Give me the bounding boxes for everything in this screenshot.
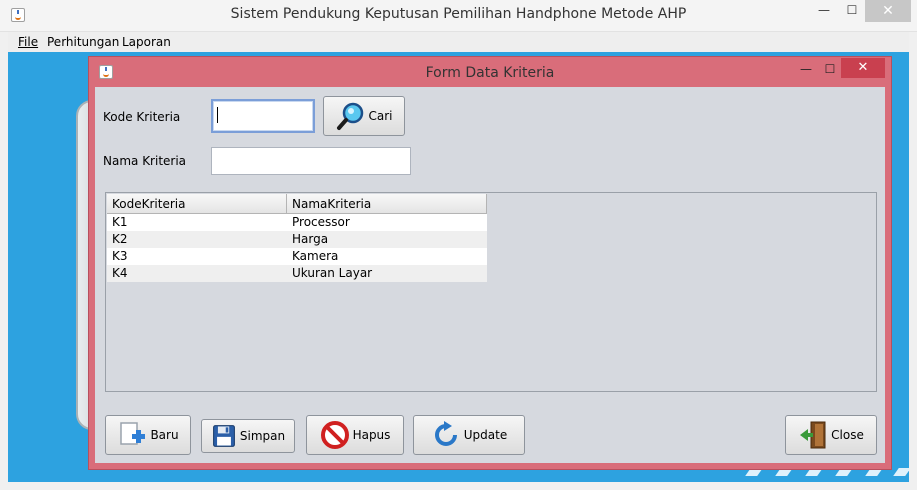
table-row[interactable]: K2 Harga — [107, 231, 487, 248]
menu-file[interactable]: File — [18, 35, 38, 49]
close-form-button[interactable]: Close — [785, 415, 877, 455]
cell-nama: Kamera — [292, 249, 339, 263]
floppy-disk-icon — [212, 425, 235, 447]
kriteria-table[interactable]: KodeKriteria NamaKriteria K1 Processor K… — [107, 194, 487, 282]
kode-kriteria-input[interactable] — [211, 99, 315, 133]
column-header-namakriteria[interactable]: NamaKriteria — [287, 194, 487, 213]
hapus-button-label: Hapus — [352, 428, 391, 442]
update-button-label: Update — [463, 428, 508, 442]
nama-kriteria-input[interactable] — [211, 147, 411, 175]
close-window-button[interactable]: ✕ — [865, 0, 911, 22]
exit-door-icon — [800, 421, 826, 449]
cell-nama: Harga — [292, 232, 329, 246]
form-close-button[interactable]: ✕ — [841, 58, 885, 78]
cari-button-label: Cari — [368, 109, 393, 123]
cell-kode: K1 — [112, 215, 128, 229]
close-form-button-label: Close — [831, 428, 864, 442]
minimize-button[interactable]: — — [810, 0, 838, 22]
baru-button[interactable]: Baru — [105, 415, 191, 455]
form-data-kriteria-window: Form Data Kriteria — ☐ ✕ Kode Kriteria C… — [88, 56, 892, 470]
column-header-kodekriteria[interactable]: KodeKriteria — [107, 194, 287, 213]
table-header: KodeKriteria NamaKriteria — [107, 194, 487, 214]
magnifier-icon — [336, 102, 363, 130]
cell-kode: K2 — [112, 232, 128, 246]
update-button[interactable]: Update — [413, 415, 525, 455]
form-title: Form Data Kriteria — [425, 65, 555, 81]
form-body: Kode Kriteria Cari Nama Kriteria KodeKri… — [95, 87, 885, 463]
table-row[interactable]: K4 Ukuran Layar — [107, 265, 487, 282]
hapus-button[interactable]: Hapus — [306, 415, 404, 455]
main-window-title: Sistem Pendukung Keputusan Pemilihan Han… — [230, 6, 687, 22]
baru-button-label: Baru — [150, 428, 179, 442]
nama-kriteria-label: Nama Kriteria — [103, 154, 187, 168]
new-document-icon — [120, 422, 146, 445]
table-row[interactable]: K1 Processor — [107, 214, 487, 231]
menu-bar: File Perhitungan Laporan — [8, 32, 909, 52]
text-caret — [217, 107, 218, 123]
decor-stripe — [893, 468, 909, 476]
menu-perhitungan[interactable]: Perhitungan — [47, 35, 119, 49]
refresh-icon — [434, 421, 457, 446]
simpan-button[interactable]: Simpan — [201, 419, 295, 453]
table-row[interactable]: K3 Kamera — [107, 248, 487, 265]
window-bottom-border — [0, 482, 917, 490]
cell-nama: Ukuran Layar — [292, 266, 373, 280]
main-window-titlebar: Sistem Pendukung Keputusan Pemilihan Han… — [0, 0, 917, 32]
cari-button[interactable]: Cari — [323, 96, 405, 136]
no-entry-icon — [320, 421, 349, 449]
table-body: K1 Processor K2 Harga K3 Kamera K4 Ukura… — [107, 214, 487, 282]
maximize-button[interactable]: ☐ — [838, 0, 866, 22]
simpan-button-label: Simpan — [239, 429, 286, 443]
kode-kriteria-label: Kode Kriteria — [103, 110, 181, 124]
cell-kode: K4 — [112, 266, 128, 280]
cell-kode: K3 — [112, 249, 128, 263]
form-maximize-button[interactable]: ☐ — [817, 59, 843, 79]
form-titlebar[interactable]: Form Data Kriteria — ☐ ✕ — [89, 57, 891, 87]
form-minimize-button[interactable]: — — [793, 59, 819, 79]
kriteria-table-scrollpane[interactable]: KodeKriteria NamaKriteria K1 Processor K… — [105, 192, 877, 392]
menu-laporan[interactable]: Laporan — [122, 35, 171, 49]
cell-nama: Processor — [292, 215, 350, 229]
